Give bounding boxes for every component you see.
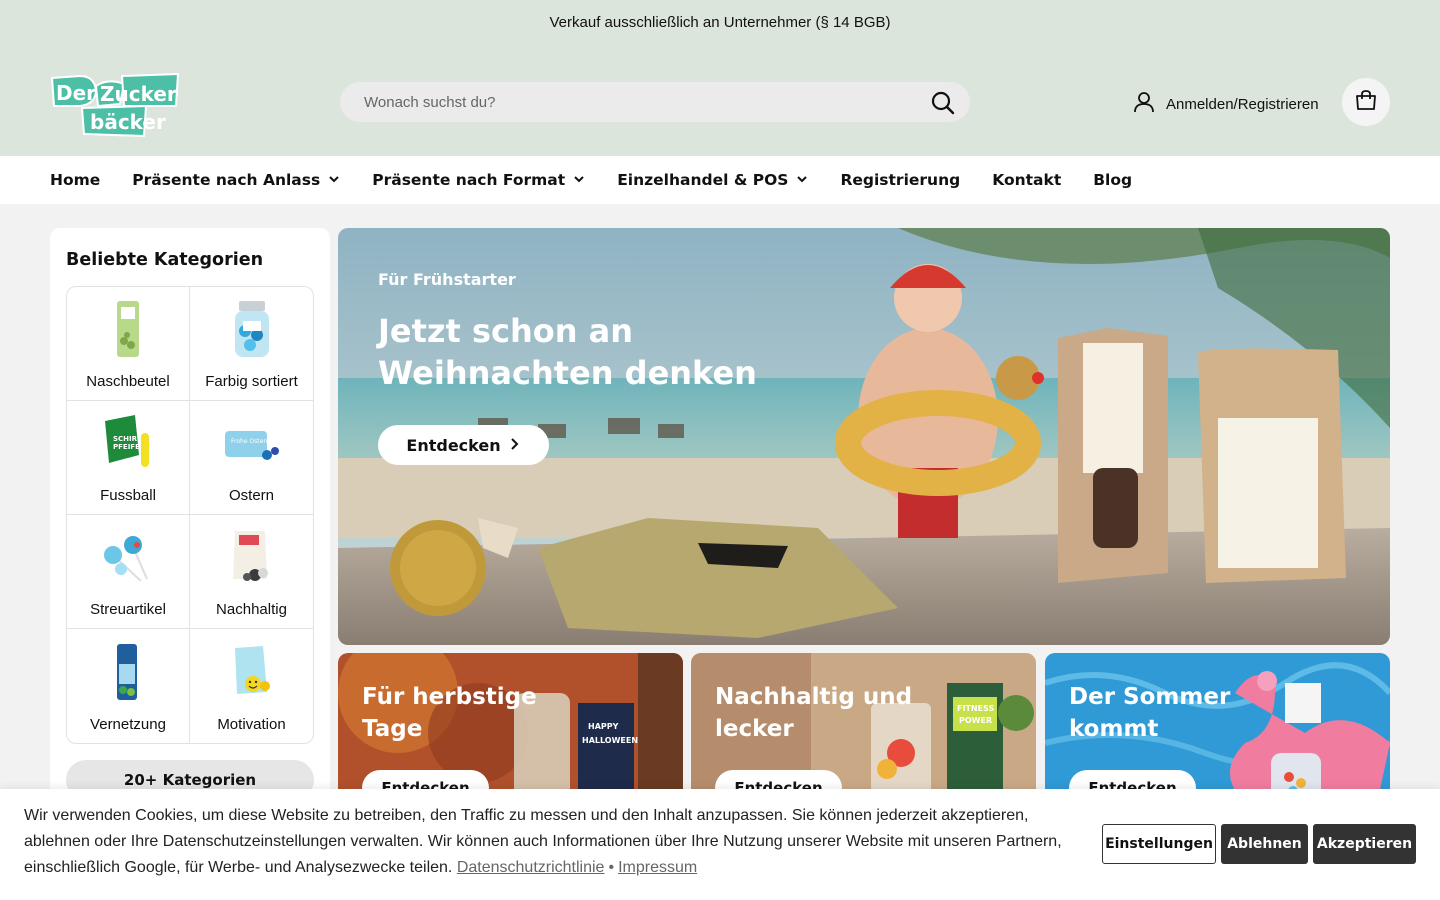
privacy-policy-link[interactable]: Datenschutzrichtlinie — [457, 859, 605, 876]
account-link[interactable]: Anmelden/Registrieren — [1132, 90, 1319, 118]
category-label: Streuartikel — [90, 601, 166, 618]
whistle-candy-icon: SCHIRI-PFEIFE — [105, 415, 149, 467]
hero-subtitle: Für Frühstarter — [378, 270, 516, 289]
nav-item-label: Präsente nach Format — [372, 171, 566, 189]
cookie-banner: Wir verwenden Cookies, um diese Website … — [0, 789, 1440, 900]
svg-text:Frohe Ostern: Frohe Ostern — [231, 438, 270, 445]
category-fussball[interactable]: SCHIRI- PFEIFE Fussball — [67, 401, 190, 515]
category-streuartikel[interactable]: Streuartikel — [67, 515, 190, 629]
nav-item-label: Präsente nach Anlass — [132, 171, 321, 189]
category-naschbeutel[interactable]: Naschbeutel — [67, 287, 190, 401]
cookie-settings-button[interactable]: Einstellungen — [1102, 824, 1216, 864]
category-ostern[interactable]: Frohe Ostern Ostern — [190, 401, 313, 515]
chevron-right-icon — [509, 436, 521, 455]
tile-title: Für herbstige Tage — [362, 684, 537, 742]
nav-item-registrierung[interactable]: Registrierung — [840, 171, 960, 189]
sustainable-bag-icon — [232, 531, 268, 581]
nav-item-label: Einzelhandel & POS — [617, 171, 789, 189]
search-input[interactable] — [340, 82, 920, 122]
svg-text:PFEIFE: PFEIFE — [113, 443, 140, 451]
svg-text:Zucker: Zucker — [100, 82, 177, 106]
announcement-bar: Verkauf ausschließlich an Unternehmer (§… — [549, 14, 891, 31]
candy-bag-icon — [117, 301, 139, 357]
category-label: Fussball — [100, 487, 156, 504]
nav-item-label: Blog — [1093, 171, 1133, 189]
category-label: Motivation — [217, 716, 286, 733]
svg-text:FITNESS: FITNESS — [957, 704, 994, 713]
easter-candy-icon: Frohe Ostern — [224, 431, 279, 460]
cookie-decline-button[interactable]: Ablehnen — [1221, 824, 1308, 864]
nav-item-einzelhandel-pos[interactable]: Einzelhandel & POS — [617, 171, 808, 189]
svg-text:POWER: POWER — [959, 716, 992, 725]
tile-title: Nachhaltig und lecker — [715, 684, 913, 742]
category-label: Nachhaltig — [216, 601, 287, 618]
imprint-link[interactable]: Impressum — [618, 859, 697, 876]
chevron-down-icon — [328, 171, 340, 189]
category-label: Naschbeutel — [86, 373, 170, 390]
shopping-bag-icon — [1354, 88, 1378, 117]
cookie-accept-button[interactable]: Akzeptieren — [1313, 824, 1416, 864]
link-separator: • — [608, 859, 615, 876]
chevron-down-icon — [573, 171, 585, 189]
category-vernetzung[interactable]: Vernetzung — [67, 629, 190, 743]
sidebar-title: Beliebte Kategorien — [66, 250, 264, 270]
candy-jar-icon — [234, 301, 269, 357]
nav-item-label: Home — [50, 171, 101, 189]
gummy-bag-icon — [117, 644, 137, 700]
category-sidebar: Beliebte Kategorien Naschbeutel Farbig s… — [50, 228, 330, 828]
category-nachhaltig[interactable]: Nachhaltig — [190, 515, 313, 629]
smiley-candy-icon — [234, 646, 270, 694]
nav-item-praesente-nach-format[interactable]: Präsente nach Format — [372, 171, 585, 189]
search-bar — [340, 82, 970, 122]
nav-item-label: Registrierung — [840, 171, 961, 189]
svg-text:Der: Der — [56, 81, 96, 105]
hero-cta-button[interactable]: Entdecken — [378, 425, 549, 465]
nav-item-kontakt[interactable]: Kontakt — [992, 171, 1061, 189]
account-label: Anmelden/Registrieren — [1166, 95, 1319, 113]
nav-item-label: Kontakt — [992, 171, 1062, 189]
tile-title: Der Sommer kommt — [1069, 684, 1231, 742]
hero-banner[interactable]: Für Frühstarter Jetzt schon an Weihnacht… — [338, 228, 1390, 645]
hero-title: Jetzt schon an Weihnachten denken — [378, 312, 757, 392]
lollipop-icon — [104, 536, 148, 582]
main-nav: Home Präsente nach Anlass Präsente nach … — [0, 156, 1440, 204]
user-icon — [1132, 90, 1156, 118]
category-motivation[interactable]: Motivation — [190, 629, 313, 743]
hero-cta-label: Entdecken — [406, 435, 501, 455]
category-label: Ostern — [228, 487, 274, 504]
category-label: Vernetzung — [90, 716, 166, 733]
chevron-down-icon — [796, 171, 808, 189]
logo[interactable]: Der Zucker bäcker — [50, 66, 182, 138]
cookie-text: Wir verwenden Cookies, um diese Website … — [24, 803, 1084, 881]
cart-button[interactable] — [1342, 78, 1390, 126]
nav-item-home[interactable]: Home — [50, 171, 100, 189]
category-grid: Naschbeutel Farbig sortiert SCHIRI- PFEIF… — [66, 286, 314, 744]
nav-item-praesente-nach-anlass[interactable]: Präsente nach Anlass — [132, 171, 340, 189]
nav-item-blog[interactable]: Blog — [1093, 171, 1132, 189]
header: Verkauf ausschließlich an Unternehmer (§… — [0, 0, 1440, 156]
search-icon[interactable] — [930, 90, 956, 116]
category-farbig-sortiert[interactable]: Farbig sortiert — [190, 287, 313, 401]
category-label: Farbig sortiert — [205, 373, 298, 390]
svg-text:bäcker: bäcker — [90, 110, 166, 134]
svg-text:SCHIRI-: SCHIRI- — [113, 435, 143, 443]
